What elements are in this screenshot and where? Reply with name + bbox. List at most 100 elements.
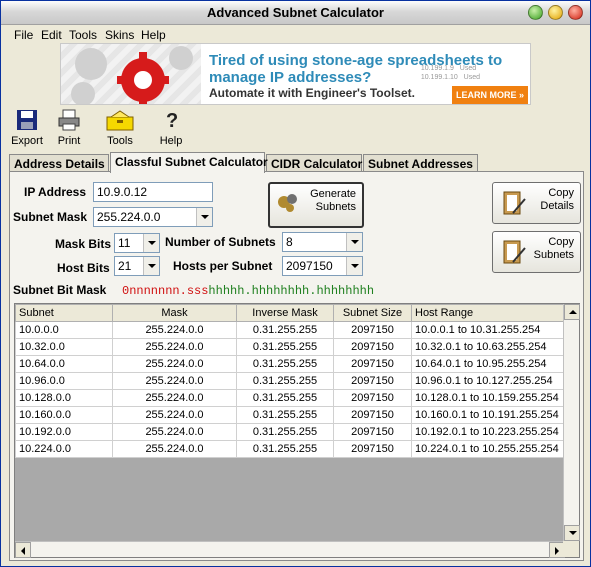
chevron-down-icon[interactable] <box>143 234 159 252</box>
scroll-down-icon[interactable] <box>564 525 580 541</box>
menu-help[interactable]: Help <box>141 28 166 42</box>
host-bits-select[interactable]: 21 <box>114 256 160 276</box>
subnet-bit-mask-label: Subnet Bit Mask <box>13 283 107 297</box>
banner-subline: Automate it with Engineer's Toolset. <box>209 86 415 100</box>
cell-mask: 255.224.0.0 <box>112 406 237 424</box>
cell-inverse-mask: 0.31.255.255 <box>236 338 334 356</box>
gears-graphic <box>61 44 201 104</box>
window-title: Advanced Subnet Calculator <box>207 5 384 20</box>
mask-bits-select[interactable]: 11 <box>114 233 160 253</box>
tab-cidr-calculator[interactable]: CIDR Calculator <box>266 154 362 172</box>
table-row[interactable]: 10.96.0.0 255.224.0.0 0.31.255.255 2097150 1… <box>15 372 565 390</box>
tools-button[interactable]: Tools <box>104 109 136 147</box>
cell-subnet: 10.128.0.0 <box>15 389 113 407</box>
subnet-mask-select[interactable]: 255.224.0.0 <box>93 207 213 227</box>
tab-classful-subnet-calculator[interactable]: Classful Subnet Calculator <box>110 152 268 173</box>
cell-host-range: 10.224.0.1 to 10.255.255.254 <box>411 440 565 458</box>
menu-skins[interactable]: Skins <box>105 28 134 42</box>
horizontal-scrollbar[interactable] <box>15 541 565 558</box>
number-of-subnets-select[interactable]: 8 <box>282 232 363 252</box>
column-header-subnet[interactable]: Subnet <box>15 304 113 322</box>
ad-banner[interactable]: Tired of using stone-age spreadsheets to… <box>60 43 531 105</box>
table-row[interactable]: 10.0.0.0 255.224.0.0 0.31.255.255 2097150 10… <box>15 321 565 339</box>
cell-inverse-mask: 0.31.255.255 <box>236 321 334 339</box>
cell-inverse-mask: 0.31.255.255 <box>236 406 334 424</box>
column-header-mask[interactable]: Mask <box>112 304 237 322</box>
close-button[interactable] <box>568 5 583 20</box>
cell-subnet: 10.160.0.0 <box>15 406 113 424</box>
menu-tools[interactable]: Tools <box>69 28 97 42</box>
cell-inverse-mask: 0.31.255.255 <box>236 389 334 407</box>
question-mark-icon: ? <box>158 109 184 134</box>
print-button[interactable]: Print <box>56 109 82 147</box>
subnet-bit-mask-value: 0nnnnnnn.ssshhhhh.hhhhhhhh.hhhhhhhh <box>122 284 375 298</box>
cell-mask: 255.224.0.0 <box>112 321 237 339</box>
ip-address-input[interactable]: 10.9.0.12 <box>93 182 213 202</box>
copy-details-button[interactable]: Copy Details <box>492 182 581 224</box>
ip-address-label: IP Address <box>24 185 87 199</box>
copy-subnets-button[interactable]: Copy Subnets <box>492 231 581 273</box>
table-row[interactable]: 10.224.0.0 255.224.0.0 0.31.255.255 2097150… <box>15 440 565 458</box>
help-button[interactable]: ? Help <box>158 109 184 147</box>
cell-subnet-size: 2097150 <box>333 389 412 407</box>
cell-mask: 255.224.0.0 <box>112 355 237 373</box>
cell-subnet: 10.224.0.0 <box>15 440 113 458</box>
menu-file[interactable]: File <box>14 28 33 42</box>
cell-subnet: 10.96.0.0 <box>15 372 113 390</box>
maximize-button[interactable] <box>548 5 563 20</box>
subnet-mask-label: Subnet Mask <box>13 210 88 224</box>
table-row[interactable]: 10.32.0.0 255.224.0.0 0.31.255.255 2097150 1… <box>15 338 565 356</box>
cell-subnet-size: 2097150 <box>333 338 412 356</box>
cell-host-range: 10.64.0.1 to 10.95.255.254 <box>411 355 565 373</box>
scroll-left-icon[interactable] <box>15 542 31 558</box>
floppy-disk-icon <box>11 109 43 134</box>
vertical-scrollbar[interactable] <box>563 304 580 541</box>
generate-subnets-button[interactable]: Generate Subnets <box>268 182 364 228</box>
learn-more-button[interactable]: LEARN MORE » <box>452 86 528 104</box>
svg-text:?: ? <box>166 110 178 131</box>
column-header-host-range[interactable]: Host Range <box>411 304 565 322</box>
chevron-down-icon[interactable] <box>143 257 159 275</box>
tab-strip: Address Details Classful Subnet Calculat… <box>9 152 584 173</box>
cell-subnet: 10.192.0.0 <box>15 423 113 441</box>
hosts-per-subnet-select[interactable]: 2097150 <box>282 256 363 276</box>
cell-host-range: 10.160.0.1 to 10.191.255.254 <box>411 406 565 424</box>
chevron-down-icon[interactable] <box>196 208 212 226</box>
banner-ip-decoration: 10.199.1.9 Used 10.199.1.10 Used <box>420 65 480 81</box>
cell-inverse-mask: 0.31.255.255 <box>236 355 334 373</box>
cell-subnet-size: 2097150 <box>333 321 412 339</box>
calculator-panel: IP Address 10.9.0.12 Subnet Mask 255.224… <box>9 171 584 561</box>
table-row[interactable]: 10.192.0.0 255.224.0.0 0.31.255.255 2097150… <box>15 423 565 441</box>
cell-subnet: 10.64.0.0 <box>15 355 113 373</box>
toolbox-icon <box>104 109 136 134</box>
subnet-table-body: Subnet Mask Inverse Mask Subnet Size Hos… <box>15 304 565 541</box>
cell-inverse-mask: 0.31.255.255 <box>236 440 334 458</box>
cell-subnet: 10.0.0.0 <box>15 321 113 339</box>
gears-icon <box>276 190 300 218</box>
minimize-button[interactable] <box>528 5 543 20</box>
table-row[interactable]: 10.160.0.0 255.224.0.0 0.31.255.255 2097150… <box>15 406 565 424</box>
mask-bits-label: Mask Bits <box>55 237 112 251</box>
clipboard-icon <box>499 238 527 270</box>
subnet-table: Subnet Mask Inverse Mask Subnet Size Hos… <box>14 303 580 558</box>
table-row[interactable]: 10.64.0.0 255.224.0.0 0.31.255.255 2097150 1… <box>15 355 565 373</box>
tab-address-details[interactable]: Address Details <box>9 154 109 172</box>
chevron-down-icon[interactable] <box>346 233 362 251</box>
clipboard-icon <box>499 189 527 221</box>
export-button[interactable]: Export <box>11 109 43 147</box>
host-bits-label: Host Bits <box>57 261 110 275</box>
column-header-inverse-mask[interactable]: Inverse Mask <box>236 304 334 322</box>
cell-subnet: 10.32.0.0 <box>15 338 113 356</box>
chevron-down-icon[interactable] <box>346 257 362 275</box>
cell-mask: 255.224.0.0 <box>112 440 237 458</box>
cell-inverse-mask: 0.31.255.255 <box>236 423 334 441</box>
menu-edit[interactable]: Edit <box>41 28 62 42</box>
scrollbar-corner <box>563 541 579 557</box>
cell-host-range: 10.96.0.1 to 10.127.255.254 <box>411 372 565 390</box>
scroll-up-icon[interactable] <box>564 304 580 320</box>
tab-subnet-addresses[interactable]: Subnet Addresses <box>363 154 478 172</box>
cell-subnet-size: 2097150 <box>333 440 412 458</box>
column-header-subnet-size[interactable]: Subnet Size <box>333 304 412 322</box>
table-row[interactable]: 10.128.0.0 255.224.0.0 0.31.255.255 2097150… <box>15 389 565 407</box>
hosts-per-subnet-label: Hosts per Subnet <box>173 259 273 273</box>
